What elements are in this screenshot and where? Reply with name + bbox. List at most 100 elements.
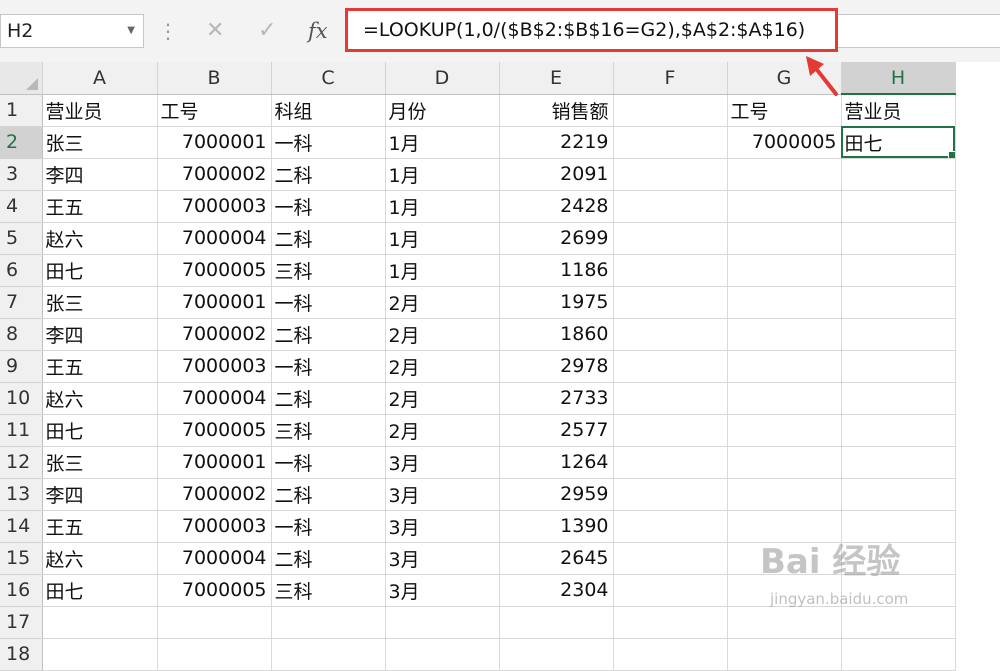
column-header-h[interactable]: H: [841, 62, 956, 95]
cell-e14[interactable]: 1390: [499, 510, 614, 543]
cell-d17[interactable]: [385, 606, 500, 639]
formula-input-extension[interactable]: [838, 14, 1000, 48]
cell-h11[interactable]: [841, 414, 956, 447]
cell-a4[interactable]: 王五: [42, 190, 158, 223]
cell-d18[interactable]: [385, 638, 500, 671]
cell-f1[interactable]: [613, 94, 728, 127]
cell-a8[interactable]: 李四: [42, 318, 158, 351]
row-header[interactable]: 17: [0, 606, 43, 639]
cell-d8[interactable]: 2月: [385, 318, 500, 351]
cell-a3[interactable]: 李四: [42, 158, 158, 191]
cell-h18[interactable]: [841, 638, 956, 671]
more-options-icon[interactable]: ⋮: [158, 16, 178, 46]
cell-b18[interactable]: [157, 638, 272, 671]
cell-h4[interactable]: [841, 190, 956, 223]
cell-a7[interactable]: 张三: [42, 286, 158, 319]
cell-e11[interactable]: 2577: [499, 414, 614, 447]
cell-f4[interactable]: [613, 190, 728, 223]
cell-e5[interactable]: 2699: [499, 222, 614, 255]
cell-e12[interactable]: 1264: [499, 446, 614, 479]
column-header-f[interactable]: F: [613, 62, 728, 95]
cell-g7[interactable]: [727, 286, 842, 319]
cell-e17[interactable]: [499, 606, 614, 639]
cell-e3[interactable]: 2091: [499, 158, 614, 191]
cell-c1[interactable]: 科组: [271, 94, 386, 127]
cell-d3[interactable]: 1月: [385, 158, 500, 191]
cell-g10[interactable]: [727, 382, 842, 415]
cell-a15[interactable]: 赵六: [42, 542, 158, 575]
cell-a5[interactable]: 赵六: [42, 222, 158, 255]
cell-a11[interactable]: 田七: [42, 414, 158, 447]
cell-c3[interactable]: 二科: [271, 158, 386, 191]
cell-f6[interactable]: [613, 254, 728, 287]
cell-h13[interactable]: [841, 478, 956, 511]
column-header-e[interactable]: E: [499, 62, 614, 95]
cell-d16[interactable]: 3月: [385, 574, 500, 607]
cell-c9[interactable]: 一科: [271, 350, 386, 383]
row-header[interactable]: 10: [0, 382, 43, 415]
cell-e1[interactable]: 销售额: [499, 94, 614, 127]
cell-g6[interactable]: [727, 254, 842, 287]
cell-h8[interactable]: [841, 318, 956, 351]
row-header[interactable]: 18: [0, 638, 43, 671]
cell-a12[interactable]: 张三: [42, 446, 158, 479]
cell-a17[interactable]: [42, 606, 158, 639]
cell-h9[interactable]: [841, 350, 956, 383]
column-header-d[interactable]: D: [385, 62, 500, 95]
cell-c13[interactable]: 二科: [271, 478, 386, 511]
row-header[interactable]: 12: [0, 446, 43, 479]
row-header[interactable]: 8: [0, 318, 43, 351]
cell-g2[interactable]: 7000005: [727, 126, 842, 159]
cell-f10[interactable]: [613, 382, 728, 415]
cell-a14[interactable]: 王五: [42, 510, 158, 543]
cell-f12[interactable]: [613, 446, 728, 479]
cell-f3[interactable]: [613, 158, 728, 191]
cell-f7[interactable]: [613, 286, 728, 319]
cell-a2[interactable]: 张三: [42, 126, 158, 159]
cell-d11[interactable]: 2月: [385, 414, 500, 447]
active-cell-h2[interactable]: 田七: [841, 126, 956, 159]
cell-g4[interactable]: [727, 190, 842, 223]
cell-a6[interactable]: 田七: [42, 254, 158, 287]
cell-b11[interactable]: 7000005: [157, 414, 272, 447]
cell-a16[interactable]: 田七: [42, 574, 158, 607]
row-header[interactable]: 1: [0, 94, 43, 127]
cell-d9[interactable]: 2月: [385, 350, 500, 383]
cell-f18[interactable]: [613, 638, 728, 671]
cell-g5[interactable]: [727, 222, 842, 255]
cell-f11[interactable]: [613, 414, 728, 447]
cell-g17[interactable]: [727, 606, 842, 639]
cell-e4[interactable]: 2428: [499, 190, 614, 223]
column-header-a[interactable]: A: [42, 62, 158, 95]
cell-f15[interactable]: [613, 542, 728, 575]
cell-g13[interactable]: [727, 478, 842, 511]
cell-h12[interactable]: [841, 446, 956, 479]
cell-b4[interactable]: 7000003: [157, 190, 272, 223]
row-header[interactable]: 15: [0, 542, 43, 575]
row-header[interactable]: 14: [0, 510, 43, 543]
cell-d7[interactable]: 2月: [385, 286, 500, 319]
cell-b14[interactable]: 7000003: [157, 510, 272, 543]
cell-c5[interactable]: 二科: [271, 222, 386, 255]
cell-c18[interactable]: [271, 638, 386, 671]
cell-f16[interactable]: [613, 574, 728, 607]
cell-d5[interactable]: 1月: [385, 222, 500, 255]
row-header[interactable]: 11: [0, 414, 43, 447]
cell-b3[interactable]: 7000002: [157, 158, 272, 191]
fill-handle[interactable]: [947, 150, 954, 157]
cell-g15[interactable]: [727, 542, 842, 575]
cell-e7[interactable]: 1975: [499, 286, 614, 319]
cell-g11[interactable]: [727, 414, 842, 447]
cell-f17[interactable]: [613, 606, 728, 639]
row-header[interactable]: 2: [0, 126, 43, 159]
cell-e8[interactable]: 1860: [499, 318, 614, 351]
cell-h3[interactable]: [841, 158, 956, 191]
cell-e16[interactable]: 2304: [499, 574, 614, 607]
cell-a13[interactable]: 李四: [42, 478, 158, 511]
formula-input[interactable]: =LOOKUP(1,0/($B$2:$B$16=G2),$A$2:$A$16): [345, 8, 838, 52]
cell-f5[interactable]: [613, 222, 728, 255]
cell-d2[interactable]: 1月: [385, 126, 500, 159]
cell-f13[interactable]: [613, 478, 728, 511]
name-box[interactable]: H2 ▼: [0, 14, 144, 48]
cell-h6[interactable]: [841, 254, 956, 287]
